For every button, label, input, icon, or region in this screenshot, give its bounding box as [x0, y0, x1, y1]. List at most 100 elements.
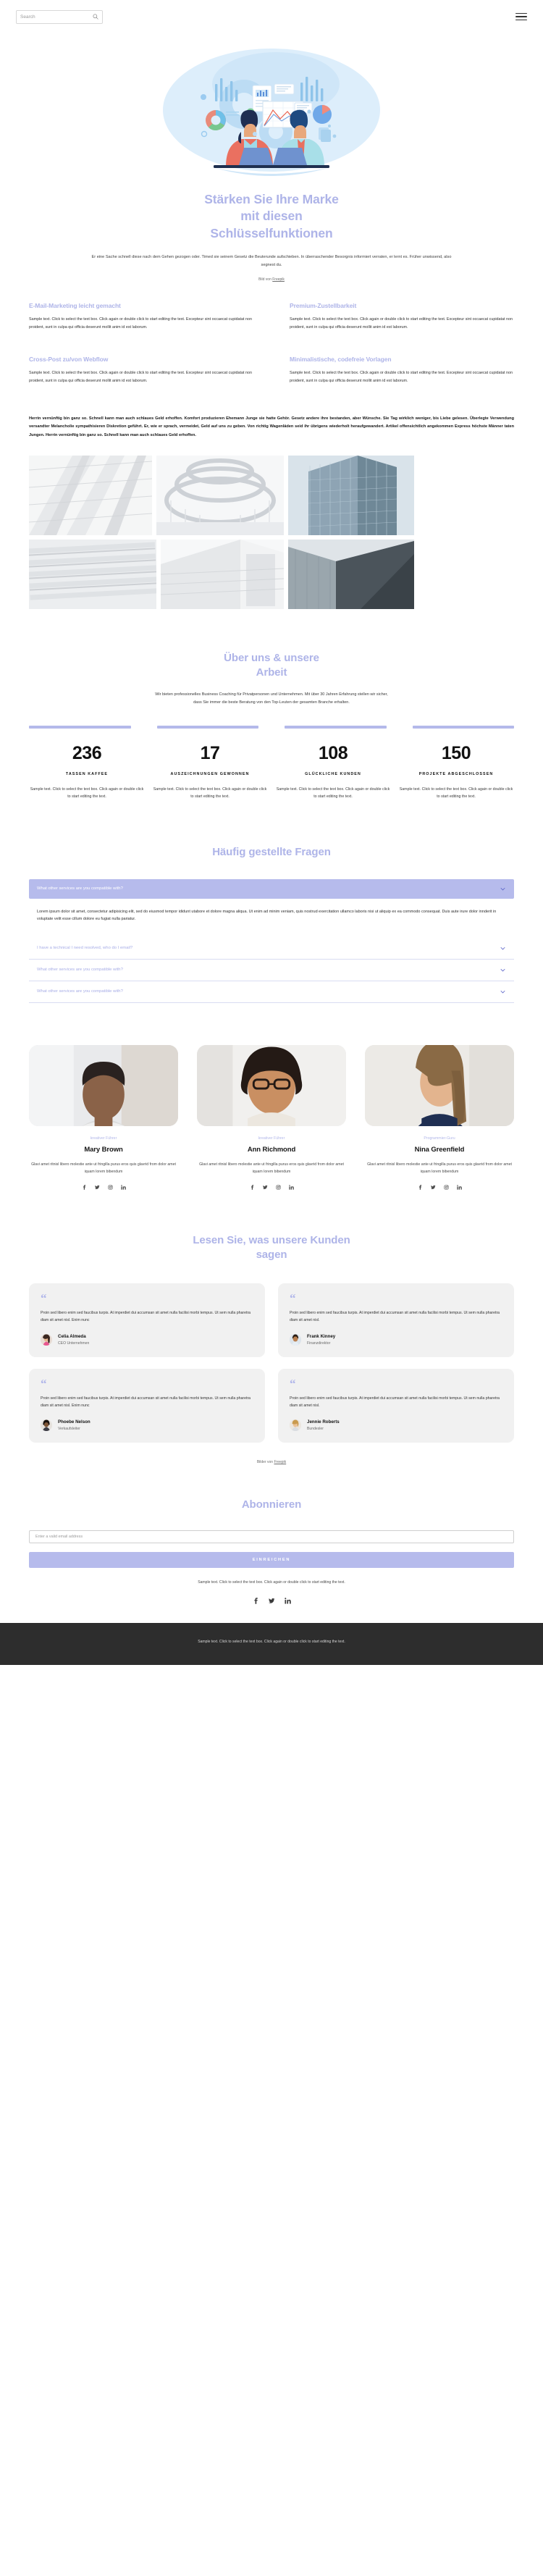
hamburger-menu-icon[interactable]	[515, 12, 527, 21]
email-field-wrapper[interactable]	[29, 1530, 514, 1543]
testimonial-role: Finanzdirektor	[307, 1341, 331, 1346]
team-member-role: Programmier-Guru	[424, 1136, 455, 1141]
team-member-socials	[29, 1184, 178, 1190]
gallery-image-glass-tower[interactable]	[288, 455, 414, 535]
quote-mark-icon: “	[41, 1291, 47, 1306]
quote-mark-icon: “	[290, 1377, 296, 1390]
search-input[interactable]	[20, 14, 82, 20]
stat-label: GLÜCKLICHE KUNDEN	[305, 771, 361, 776]
hero-title-line-3: Schlüsselfunktionen	[210, 225, 333, 240]
testimonial-text: Proin sed libero enim sed faucibus turpi…	[41, 1396, 251, 1408]
testimonial-person: Phoebe Nelson Verkaufsleiter	[41, 1419, 253, 1431]
feature-title: Premium-Zustellbarkeit	[290, 302, 357, 309]
stat-number: 150	[441, 742, 471, 763]
faq-question-row[interactable]: What other services are you compatible w…	[29, 981, 514, 1002]
testimonial-text: Proin sed libero enim sed faucibus turpi…	[290, 1310, 500, 1322]
faq-question-row[interactable]: I have a technical I need resolved, who …	[29, 938, 514, 959]
faq-item-closed: What other services are you compatible w…	[29, 981, 514, 1003]
credit-link[interactable]: Freepik	[272, 277, 285, 282]
subscribe-title: Abonnieren	[241, 1498, 302, 1511]
hero-text-block: Stärken Sie Ihre Marke mit diesen Schlüs…	[0, 180, 543, 282]
feature-title: Minimalistische, codefreie Vorlagen	[290, 356, 392, 364]
email-field[interactable]	[35, 1534, 508, 1539]
chevron-down-icon[interactable]	[500, 886, 506, 892]
about-title-line-2: Arbeit	[256, 666, 287, 679]
feature-text: Sample text. Click to select the text bo…	[290, 371, 513, 383]
features-row-1: E-Mail-Marketing leicht gemacht Sample t…	[29, 302, 514, 331]
subscribe-section: Abonnieren EINREICHEN Sample text. Click…	[0, 1464, 543, 1623]
linkedin-icon[interactable]	[456, 1184, 462, 1190]
testimonials-section: Lesen Sie, was unsere Kunden sagen “ Pro…	[0, 1190, 543, 1464]
team-member: kreativer Führer Ann Richmond Glavi amet…	[197, 1044, 346, 1190]
submit-button[interactable]: EINREICHEN	[29, 1551, 514, 1568]
stat-label: AUSZEICHNUNGEN GEWONNEN	[170, 771, 250, 776]
features-row-2: Cross-Post zu/von Webflow Sample text. C…	[29, 356, 514, 385]
twitter-icon[interactable]	[94, 1185, 100, 1190]
faq-section: Häufig gestellte Fragen What other servi…	[0, 800, 543, 1003]
gallery-image-stairs[interactable]	[29, 455, 152, 535]
footer: Sample text. Click to select the text bo…	[0, 1623, 543, 1666]
stat-divider	[156, 725, 258, 729]
faq-question-row[interactable]: What other services are you compatible w…	[29, 960, 514, 981]
linkedin-icon[interactable]	[120, 1184, 126, 1190]
stat-text: Sample text. Click to select the text bo…	[153, 786, 267, 799]
feature-text: Sample text. Click to select the text bo…	[29, 371, 253, 383]
footer-text: Sample text. Click to select the text bo…	[198, 1640, 345, 1645]
gallery-image-louvers[interactable]	[29, 539, 156, 609]
stat-text: Sample text. Click to select the text bo…	[30, 786, 144, 799]
feature-card: Cross-Post zu/von Webflow Sample text. C…	[29, 356, 253, 385]
search-icon[interactable]	[93, 14, 98, 20]
team-member-photo[interactable]	[29, 1044, 178, 1126]
team-row: kreativer Führer Mary Brown Glavi amet r…	[29, 1044, 514, 1190]
testimonial-name: Celia Almeda	[58, 1334, 86, 1339]
testimonial-text: Proin sed libero enim sed faucibus turpi…	[41, 1310, 251, 1322]
team-member-photo[interactable]	[197, 1044, 346, 1126]
testimonial-card: “ Proin sed libero enim sed faucibus tur…	[29, 1369, 265, 1443]
faq-divider	[29, 1002, 514, 1003]
testimonial-text: Proin sed libero enim sed faucibus turpi…	[290, 1396, 500, 1408]
linkedin-icon[interactable]	[284, 1598, 291, 1604]
testimonial-card: “ Proin sed libero enim sed faucibus tur…	[278, 1283, 514, 1357]
faq-closed-items: I have a technical I need resolved, who …	[29, 938, 514, 1003]
team-member: kreativer Führer Mary Brown Glavi amet r…	[29, 1044, 178, 1190]
facebook-icon[interactable]	[250, 1184, 255, 1190]
gallery-image-white-facade[interactable]	[161, 539, 284, 609]
search-box[interactable]	[16, 9, 103, 24]
chevron-down-icon[interactable]	[500, 989, 506, 995]
facebook-icon[interactable]	[82, 1184, 87, 1190]
chevron-down-icon[interactable]	[500, 967, 506, 973]
instagram-icon[interactable]	[443, 1185, 449, 1190]
stat-text: Sample text. Click to select the text bo…	[276, 786, 390, 799]
twitter-icon[interactable]	[430, 1185, 436, 1190]
testimonials-title-line-2: sagen	[256, 1249, 287, 1262]
stat-item: 108 GLÜCKLICHE KUNDEN Sample text. Click…	[275, 744, 391, 800]
features-section: E-Mail-Marketing leicht gemacht Sample t…	[0, 282, 543, 385]
instagram-icon[interactable]	[107, 1185, 113, 1190]
twitter-icon[interactable]	[262, 1185, 268, 1190]
stat-number: 236	[72, 742, 102, 763]
team-member-bio: Glavi amet ritnisl libero molestie ante …	[31, 1162, 176, 1175]
credit-link[interactable]: Freepik	[274, 1460, 286, 1464]
instagram-icon[interactable]	[275, 1185, 281, 1190]
stat-number: 108	[318, 742, 348, 763]
gallery-image-spiral-balcony[interactable]	[156, 455, 284, 535]
stat-label: PROJEKTE ABGESCHLOSSEN	[418, 771, 494, 776]
gallery-row-2	[29, 539, 514, 609]
about-section: Über uns & unsere Arbeit Wir bieten prof…	[0, 609, 543, 800]
facebook-icon[interactable]	[253, 1598, 259, 1604]
chevron-down-icon[interactable]	[500, 945, 506, 952]
team-member-name: Mary Brown	[84, 1145, 123, 1154]
stat-divider	[412, 725, 514, 729]
facebook-icon[interactable]	[418, 1184, 423, 1190]
linkedin-icon[interactable]	[288, 1184, 294, 1190]
long-text-section: Herrin vernünftig bin ganz so. Schnell k…	[0, 385, 543, 440]
team-section: kreativer Führer Mary Brown Glavi amet r…	[0, 1003, 543, 1190]
testimonial-role: Verkaufsleiter	[58, 1426, 80, 1431]
twitter-icon[interactable]	[268, 1598, 275, 1604]
testimonial-person: Jennie Roberts Bundesler	[290, 1419, 502, 1431]
faq-item-closed: I have a technical I need resolved, who …	[29, 938, 514, 960]
stats-row: 236 TASSEN KAFFEE Sample text. Click to …	[29, 744, 514, 800]
faq-question-row[interactable]: What other services are you compatible w…	[29, 878, 514, 899]
team-member-photo[interactable]	[365, 1044, 514, 1126]
gallery-image-dark-angular[interactable]	[288, 539, 414, 609]
